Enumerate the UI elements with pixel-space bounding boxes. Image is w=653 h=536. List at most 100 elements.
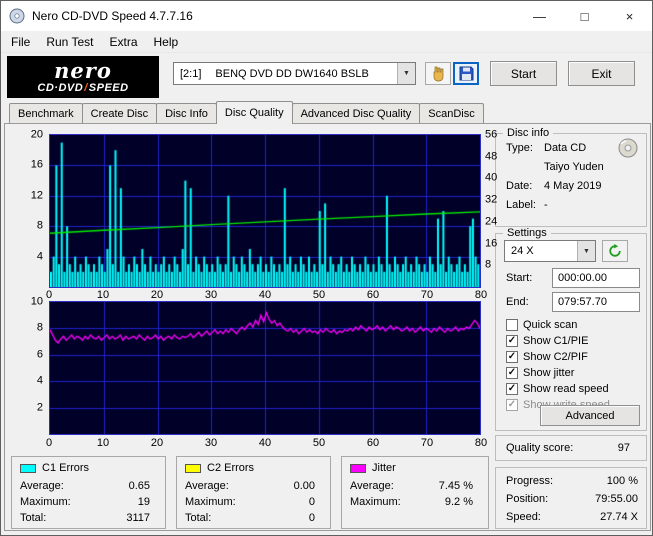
stat-label: Maximum: [185, 496, 236, 508]
checkbox-show-c2-pif[interactable]: ✓ Show C2/PIF [506, 350, 588, 364]
checkbox-box[interactable]: ✓ [506, 351, 518, 363]
axis-tick-label: 2 [36, 400, 43, 413]
stat-value: 7.45 % [438, 480, 473, 492]
tab-disc-quality[interactable]: Disc Quality [215, 101, 293, 124]
minimize-icon[interactable]: — [517, 1, 562, 31]
tab-advanced-disc-quality[interactable]: Advanced Disc Quality [291, 103, 421, 123]
advanced-button[interactable]: Advanced [540, 405, 640, 426]
axis-tick-label: 0 [45, 437, 53, 449]
c1-errors-chart [49, 134, 481, 288]
axis-tick-label: 0 [45, 289, 53, 301]
tab-disc-info[interactable]: Disc Info [156, 103, 217, 123]
stat-value: 9.2 % [444, 496, 473, 508]
close-icon[interactable]: × [607, 1, 652, 31]
axis-tick-label: 30 [204, 289, 218, 301]
tab-strip: Benchmark Create Disc Disc Info Disc Qua… [9, 100, 484, 124]
axis-tick-label: 80 [474, 437, 488, 449]
chevron-down-icon[interactable]: ▼ [397, 63, 415, 84]
disc-type-value: Data CD [544, 142, 587, 154]
c1-errors-title: C1 Errors [42, 462, 90, 474]
disc-label-value: - [544, 199, 548, 211]
stat-value: 3117 [126, 512, 150, 524]
stat-value: 0.00 [293, 480, 315, 492]
disc-type-label: Type: [506, 142, 533, 154]
floppy-disk-icon [459, 66, 473, 81]
checkbox-box[interactable] [506, 319, 518, 331]
c2-color-swatch [185, 463, 201, 473]
tab-scandisc[interactable]: ScanDisc [419, 103, 484, 123]
checkbox-show-c1-pie[interactable]: ✓ Show C1/PIE [506, 334, 588, 348]
logo-cddvd-text: CD·DVD [37, 81, 84, 94]
quality-score-panel: Quality score: 97 [495, 435, 647, 461]
checkbox-box[interactable]: ✓ [506, 367, 518, 379]
stat-label: Total: [20, 512, 47, 524]
stat-row: Average: 0.65 [20, 480, 150, 492]
menu-help[interactable]: Help [146, 31, 187, 52]
axis-tick-label: 20 [30, 128, 43, 141]
axis-tick-label: 4 [36, 249, 43, 262]
disc-info-title: Disc info [503, 127, 554, 139]
refresh-button[interactable] [602, 240, 628, 262]
checkbox-show-read-speed[interactable]: ✓ Show read speed [506, 382, 609, 396]
drive-select[interactable]: [2:1] BENQ DVD DD DW1640 BSLB ▼ [173, 62, 416, 85]
refresh-icon [609, 244, 621, 257]
end-time-field[interactable]: 079:57.70 [552, 292, 640, 312]
axis-tick-label: 60 [366, 437, 380, 449]
speed-value: 27.74 X [600, 511, 638, 523]
axis-tick-label: 40 [485, 171, 498, 184]
save-results-button[interactable] [453, 62, 479, 85]
caption-buttons: — □ × [517, 1, 652, 31]
menu-run-test[interactable]: Run Test [38, 31, 101, 52]
menu-extra[interactable]: Extra [101, 31, 145, 52]
app-window: Nero CD-DVD Speed 4.7.7.16 — □ × File Ru… [0, 0, 653, 536]
checkbox-box: ✓ [506, 399, 518, 411]
stat-value: 0.65 [128, 480, 150, 492]
checkbox-label: Show C1/PIE [523, 335, 589, 347]
jitter-header: Jitter [350, 462, 396, 474]
checkbox-box[interactable]: ✓ [506, 335, 518, 347]
start-time-field[interactable]: 000:00.00 [552, 268, 640, 288]
checkbox-quick-scan[interactable]: Quick scan [506, 318, 577, 332]
drive-name: BENQ DVD DD DW1640 BSLB [215, 67, 369, 80]
axis-tick-label: 60 [366, 289, 380, 301]
axis-tick-label: 50 [312, 289, 326, 301]
nero-logo: nero CD·DVD/SPEED [7, 56, 159, 98]
axis-tick-label: 4 [36, 374, 43, 387]
axis-tick-label: 16 [485, 236, 498, 249]
checkbox-box[interactable]: ✓ [506, 383, 518, 395]
stat-value: 0 [308, 512, 315, 524]
stat-label: Total: [185, 512, 212, 524]
checkbox-show-jitter[interactable]: ✓ Show jitter [506, 366, 574, 380]
cd-icon [618, 138, 638, 161]
disc-label-label: Label: [506, 199, 536, 211]
tab-create-disc[interactable]: Create Disc [81, 103, 158, 123]
start-time-label: Start: [506, 272, 533, 284]
jitter-stats: Jitter Average: 7.45 % Maximum: 9.2 % [341, 456, 489, 529]
exit-button[interactable]: Exit [568, 61, 635, 86]
eject-hand-button[interactable] [425, 62, 451, 85]
window-title: Nero CD-DVD Speed 4.7.7.16 [32, 9, 193, 23]
tab-benchmark[interactable]: Benchmark [9, 103, 83, 123]
axis-tick-label: 6 [36, 348, 43, 361]
c2-errors-title: C2 Errors [207, 462, 255, 474]
c1-chart-right-axis: 56 48 40 32 24 16 8 [483, 128, 509, 287]
maximize-icon[interactable]: □ [562, 1, 607, 31]
position-label: Position: [506, 493, 549, 505]
axis-tick-label: 10 [30, 295, 43, 308]
checkbox-label: Show read speed [523, 383, 609, 395]
chevron-down-icon[interactable]: ▼ [577, 241, 595, 261]
menu-file[interactable]: File [3, 31, 38, 52]
speed-label: Speed: [506, 511, 541, 523]
start-button[interactable]: Start [490, 61, 557, 86]
stat-label: Maximum: [20, 496, 71, 508]
progress-label: Progress: [506, 475, 554, 487]
axis-tick-label: 12 [30, 189, 43, 202]
c1-chart-left-axis: 20 16 12 8 4 [17, 128, 45, 287]
stat-row: Total: 3117 [20, 512, 150, 524]
jitter-chart-x-axis: 0 10 20 30 40 50 60 70 80 [45, 437, 487, 449]
settings-panel: Settings 24 X ▼ Start: 000:00.00 End: 07… [495, 227, 647, 431]
stat-row: Total: 0 [185, 512, 315, 524]
scan-speed-select[interactable]: 24 X ▼ [504, 240, 596, 262]
axis-tick-label: 10 [96, 437, 110, 449]
stat-row: Maximum: 0 [185, 496, 315, 508]
